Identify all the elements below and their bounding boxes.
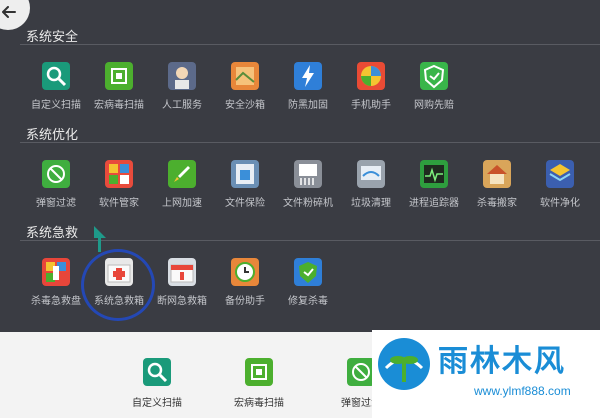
popup-block-icon — [42, 160, 70, 188]
lightning-shield-icon — [294, 62, 322, 90]
tool-magnifier[interactable]: 自定义扫描 — [112, 358, 202, 409]
watermark: 雨林木风 www.ylmf888.com — [372, 330, 600, 418]
popup-block-icon — [347, 358, 375, 386]
tool-label: 自定义扫描 — [132, 398, 182, 409]
network-aid-kit-icon — [168, 258, 196, 286]
divider — [20, 142, 600, 143]
file-safe-icon — [231, 160, 259, 188]
tool-label: 宏病毒扫描 — [234, 398, 284, 409]
qr-scan-icon — [105, 62, 133, 90]
highlight-circle-annotation — [81, 249, 155, 321]
tool-qr-scan[interactable]: 宏病毒扫描 — [214, 358, 304, 409]
sandbox-icon — [231, 62, 259, 90]
tool-repair-shield[interactable]: 修复杀毒 — [270, 258, 346, 307]
tool-shopping-shield[interactable]: 网购先赔 — [396, 62, 472, 111]
shopping-shield-icon — [420, 62, 448, 90]
watermark-url: www.ylmf888.com — [474, 384, 571, 398]
tool-software-purify[interactable]: 软件净化 — [522, 160, 598, 209]
software-purify-icon — [546, 160, 574, 188]
software-manager-icon — [105, 160, 133, 188]
section-title-security: 系统安全 — [26, 30, 79, 45]
customer-service-icon — [168, 62, 196, 90]
phone-assistant-icon — [357, 62, 385, 90]
house-move-icon — [483, 160, 511, 188]
divider — [20, 44, 600, 45]
section-title-rescue: 系统急救 — [26, 226, 79, 241]
pointer-arrow-icon — [94, 226, 106, 252]
section-title-optimization: 系统优化 — [26, 128, 79, 143]
file-shredder-icon — [294, 160, 322, 188]
repair-shield-icon — [294, 258, 322, 286]
watermark-title: 雨林木风 — [438, 344, 566, 379]
process-tracker-icon — [420, 160, 448, 188]
rocket-icon — [168, 160, 196, 188]
backup-clock-icon — [231, 258, 259, 286]
rescue-usb-icon — [42, 258, 70, 286]
qr-scan-icon — [245, 358, 273, 386]
back-arrow-icon — [2, 6, 16, 18]
watermark-logo — [378, 338, 430, 390]
magnifier-icon — [143, 358, 171, 386]
tree-logo-icon — [384, 356, 424, 382]
trash-clean-icon — [357, 160, 385, 188]
tool-label: 网购先赔 — [414, 100, 454, 111]
tool-label: 软件净化 — [540, 198, 580, 209]
tool-label: 修复杀毒 — [288, 296, 328, 307]
magnifier-icon — [42, 62, 70, 90]
